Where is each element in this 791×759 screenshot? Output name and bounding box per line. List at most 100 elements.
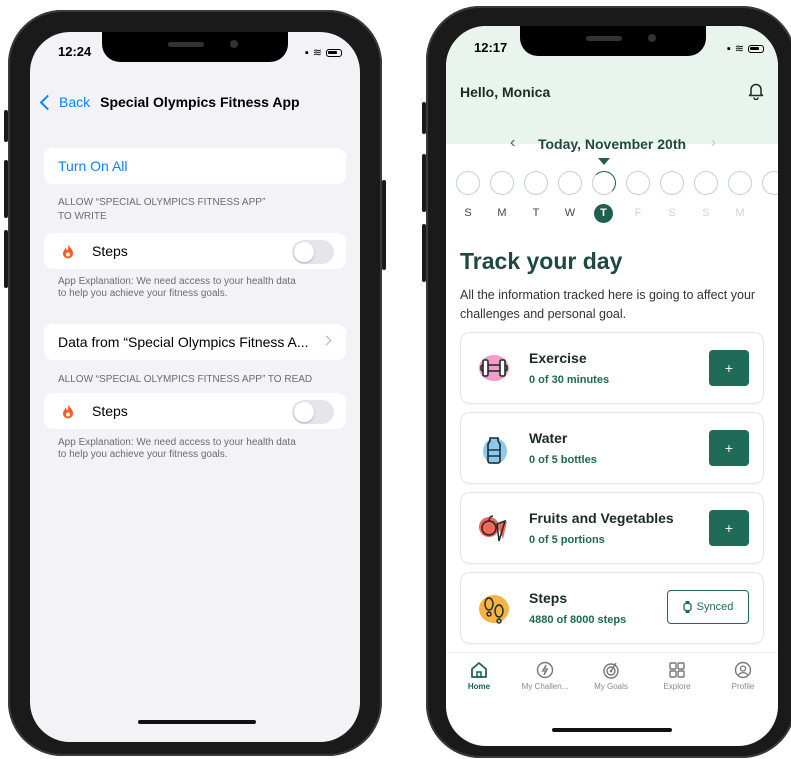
right-screen: 12:17 ▪︎ ≋ Hello, Monica ‹ Today, Novemb… [446,26,778,746]
date-label: Today, November 20th [537,136,687,152]
day-progress-circle[interactable] [626,171,650,195]
turn-on-all-button[interactable]: Turn On All [44,148,346,184]
day-letter[interactable]: F [628,207,648,219]
tab-label: Explore [663,682,691,691]
write-steps-toggle[interactable] [292,240,334,264]
volume-up-button [4,160,8,218]
card-title: Exercise [529,350,587,366]
signal-icon: ▪︎ [304,46,310,59]
write-section-header: ALLOW “SPECIAL OLYMPICS FITNESS APP” TO … [58,197,266,222]
card-title: Water [529,430,568,446]
day-letter[interactable]: S [696,207,716,219]
day-progress-circle[interactable] [490,171,514,195]
battery-icon [748,44,764,53]
dumbbell-icon [475,349,513,387]
read-steps-toggle[interactable] [292,400,334,424]
water-bottle-icon [475,429,513,467]
read-explanation: App Explanation: We need access to your … [58,437,296,460]
status-icons: ▪︎ ≋ [727,42,764,55]
day-progress-circle[interactable] [660,171,684,195]
read-section-header: ALLOW “SPECIAL OLYMPICS FITNESS APP” TO … [58,374,313,385]
notch [520,26,706,56]
read-steps-label: Steps [92,403,128,419]
day-progress-circle[interactable] [558,171,582,195]
home-indicator[interactable] [138,720,256,724]
write-steps-label: Steps [92,243,128,259]
day-letter[interactable]: M [730,207,750,219]
wifi-icon: ≋ [312,47,323,59]
day-letter[interactable]: S [662,207,682,219]
card-title: Fruits and Vegetables [529,510,674,526]
chevron-right-icon [321,335,332,346]
card-progress: 0 of 30 minutes [529,374,610,386]
status-time: 12:17 [474,40,508,55]
section-description: All the information tracked here is goin… [460,288,756,321]
card-progress: 0 of 5 bottles [529,454,597,466]
tracker-card-fruits-and-vegetables[interactable]: Fruits and Vegetables 0 of 5 portions + [460,492,764,564]
side-button [422,102,426,134]
volume-down-button [4,230,8,288]
tab-my-goals[interactable]: My Goals [578,661,644,691]
wifi-icon: ≋ [734,43,745,55]
tab-my-challen[interactable]: My Challen... [512,661,578,691]
goals-icon [578,661,644,679]
day-progress-circle[interactable] [592,171,616,195]
card-progress: 4880 of 8000 steps [529,614,627,626]
back-label: Back [59,94,91,110]
day-progress-circle[interactable] [762,171,778,195]
add-exercise-button[interactable]: + [709,350,749,386]
write-explanation: App Explanation: We need access to your … [58,276,296,299]
data-from-row[interactable]: Data from “Special Olympics Fitness A... [44,324,346,360]
left-screen: 12:24 ▪︎ ≋ Back Special Olympics Fitness… [30,32,360,742]
tab-profile[interactable]: Profile [710,661,776,691]
today-marker-icon [598,158,610,165]
home-icon [446,661,512,679]
day-progress-circle[interactable] [524,171,548,195]
side-button [4,110,8,142]
signal-icon: ▪︎ [726,42,732,55]
page-title: Special Olympics Fitness App [100,94,300,110]
tab-label: My Goals [594,682,628,691]
grid-icon [644,661,710,679]
read-steps-row: Steps [44,393,346,429]
turn-on-all-label: Turn On All [58,158,128,174]
navigation-bar: Back Special Olympics Fitness App [30,82,360,122]
profile-icon [710,661,776,679]
power-button [382,180,386,270]
fruit-icon [475,509,513,547]
day-progress-circle[interactable] [694,171,718,195]
left-phone-frame: 12:24 ▪︎ ≋ Back Special Olympics Fitness… [4,10,386,756]
synced-button[interactable]: Synced [667,590,749,624]
next-day-button[interactable]: › [711,134,716,152]
status-time: 12:24 [58,44,92,59]
tab-explore[interactable]: Explore [644,661,710,691]
chevron-left-icon [39,94,56,110]
day-letter[interactable]: M [492,207,512,219]
flame-icon [58,403,78,419]
tab-home[interactable]: Home [446,661,512,691]
day-progress-circle[interactable] [728,171,752,195]
flame-icon [58,243,78,259]
card-title: Steps [529,590,568,606]
day-progress-circle[interactable] [456,171,480,195]
greeting: Hello, Monica [460,84,551,100]
day-letter[interactable]: T [526,207,546,219]
battery-icon [326,48,342,57]
tracker-card-water[interactable]: Water 0 of 5 bottles + [460,412,764,484]
tab-label: Profile [731,682,755,691]
bell-icon[interactable] [748,82,764,105]
day-letter[interactable]: S [458,207,478,219]
back-button[interactable]: Back [38,94,90,110]
challenge-icon [512,661,578,679]
volume-down-button [422,224,426,282]
add-fruits-and-vegetables-button[interactable]: + [709,510,749,546]
home-indicator[interactable] [552,728,672,732]
day-letter[interactable]: T [594,204,613,223]
tab-label: Home [467,682,491,691]
day-letter[interactable]: W [560,207,580,219]
status-icons: ▪︎ ≋ [305,46,342,59]
tab-bar: Home My Challen... My Goals Explore Profile [446,652,778,703]
tracker-card-steps[interactable]: Steps 4880 of 8000 steps Synced [460,572,764,644]
tracker-card-exercise[interactable]: Exercise 0 of 30 minutes + [460,332,764,404]
add-water-button[interactable]: + [709,430,749,466]
